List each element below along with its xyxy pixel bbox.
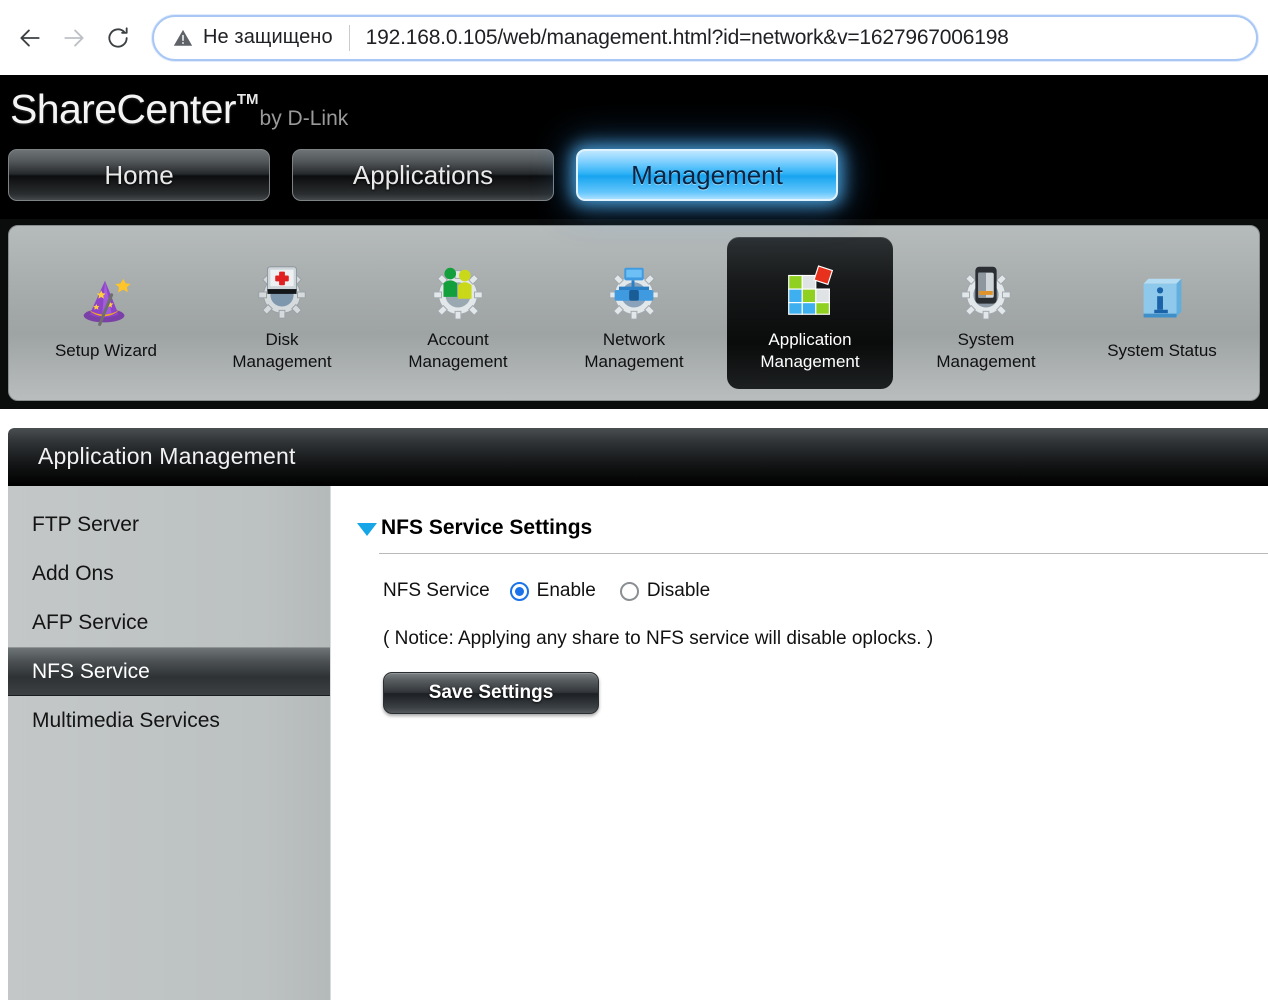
- logo-byline: by D-Link: [259, 107, 349, 130]
- tab-applications[interactable]: Applications: [292, 149, 554, 201]
- notice-text: ( Notice: Applying any share to NFS serv…: [383, 628, 934, 649]
- toolbar-item-system-status[interactable]: System Status: [1079, 237, 1245, 389]
- sidebar-item-label: FTP Server: [32, 512, 139, 536]
- toolbar-item-system-management-label: System Management: [936, 330, 1036, 371]
- toolbar-item-network-management[interactable]: Network Management: [551, 237, 717, 389]
- forward-button[interactable]: [52, 16, 96, 60]
- save-settings-label: Save Settings: [428, 682, 554, 703]
- account-gear-icon: [426, 259, 490, 323]
- radio-enable[interactable]: Enable: [509, 580, 596, 602]
- nfs-service-field: NFS Service Enable Disable: [383, 580, 1268, 602]
- icon-toolbar: Setup Wizard Disk Management Account Man…: [0, 219, 1268, 409]
- radio-enable-input[interactable]: [509, 581, 529, 601]
- toolbar-item-account-management[interactable]: Account Management: [375, 237, 541, 389]
- omnibox-divider: [348, 24, 350, 51]
- toolbar-item-network-management-label: Network Management: [584, 330, 684, 371]
- reload-button[interactable]: [96, 16, 140, 60]
- toolbar-item-account-management-label: Account Management: [408, 330, 508, 371]
- page-title: Application Management: [38, 443, 296, 469]
- toolbar-item-disk-management-label: Disk Management: [232, 330, 332, 371]
- collapse-triangle-icon[interactable]: [357, 523, 377, 536]
- address-bar[interactable]: Не защищено 192.168.0.105/web/management…: [152, 14, 1258, 61]
- tab-home-label: Home: [104, 159, 174, 190]
- radio-enable-label: Enable: [536, 580, 596, 601]
- panel-header: Application Management: [8, 428, 1268, 486]
- radio-disable[interactable]: Disable: [619, 580, 711, 602]
- content-panel: Application Management FTP Server Add On…: [8, 428, 1268, 1000]
- sidebar-item-multimedia-services[interactable]: Multimedia Services: [8, 696, 330, 745]
- sidebar-item-add-ons[interactable]: Add Ons: [8, 549, 330, 598]
- system-gear-icon: [954, 259, 1018, 323]
- back-arrow-icon: [17, 25, 43, 51]
- network-gear-icon: [602, 259, 666, 323]
- sidebar-item-ftp-server[interactable]: FTP Server: [8, 500, 330, 549]
- info-cube-icon: [1130, 270, 1194, 334]
- toolbar-item-system-management[interactable]: System Management: [903, 237, 1069, 389]
- main-tabs: Home Applications Management: [8, 149, 838, 201]
- sidebar-item-label: NFS Service: [32, 659, 150, 683]
- tab-management[interactable]: Management: [576, 149, 838, 201]
- security-status-label: Не защищено: [203, 26, 333, 48]
- panel-body: FTP Server Add Ons AFP Service NFS Servi…: [8, 486, 1268, 1000]
- sharecenter-logo: ShareCenter TM by D-Link: [10, 89, 348, 131]
- back-button[interactable]: [8, 16, 52, 60]
- toolbar-item-setup-wizard-label: Setup Wizard: [54, 341, 158, 361]
- section-title: NFS Service Settings: [381, 516, 593, 539]
- toolbar-item-system-status-label: System Status: [1107, 341, 1217, 361]
- url-text[interactable]: 192.168.0.105/web/management.html?id=net…: [366, 26, 1009, 50]
- trademark-symbol: TM: [236, 91, 259, 108]
- section-divider: [379, 553, 1268, 554]
- reload-icon: [105, 25, 131, 51]
- logo-text: ShareCenter: [10, 86, 236, 132]
- section-header: NFS Service Settings: [357, 516, 1268, 540]
- tab-management-label: Management: [631, 159, 783, 190]
- toolbar-item-setup-wizard[interactable]: Setup Wizard: [23, 237, 189, 389]
- sidebar-item-afp-service[interactable]: AFP Service: [8, 598, 330, 647]
- tab-applications-label: Applications: [352, 159, 494, 190]
- nfs-service-label: NFS Service: [383, 580, 490, 601]
- save-settings-button[interactable]: Save Settings: [383, 672, 599, 714]
- forward-arrow-icon: [61, 25, 87, 51]
- settings-form: NFS Service Settings NFS Service Enable …: [331, 486, 1268, 1000]
- disk-gear-icon: [250, 259, 314, 323]
- sidebar-item-nfs-service[interactable]: NFS Service: [8, 647, 330, 696]
- application-blocks-icon: [778, 259, 842, 323]
- toolbar-item-disk-management[interactable]: Disk Management: [199, 237, 365, 389]
- site-header: ShareCenter TM by D-Link Home Applicatio…: [0, 75, 1268, 219]
- sidebar: FTP Server Add Ons AFP Service NFS Servi…: [8, 486, 331, 1000]
- sidebar-item-label: Multimedia Services: [32, 708, 220, 732]
- tab-home[interactable]: Home: [8, 149, 270, 201]
- toolbar-item-application-management[interactable]: Application Management: [727, 237, 893, 389]
- icon-toolbar-inner: Setup Wizard Disk Management Account Man…: [8, 225, 1260, 401]
- sidebar-item-label: Add Ons: [32, 561, 114, 585]
- sidebar-item-label: AFP Service: [32, 610, 149, 634]
- toolbar-item-application-management-label: Application Management: [760, 330, 860, 371]
- wizard-hat-icon: [74, 270, 138, 334]
- radio-disable-label: Disable: [646, 580, 711, 601]
- not-secure-warning-icon: [172, 27, 194, 49]
- browser-toolbar: Не защищено 192.168.0.105/web/management…: [0, 0, 1268, 75]
- radio-disable-input[interactable]: [619, 581, 639, 601]
